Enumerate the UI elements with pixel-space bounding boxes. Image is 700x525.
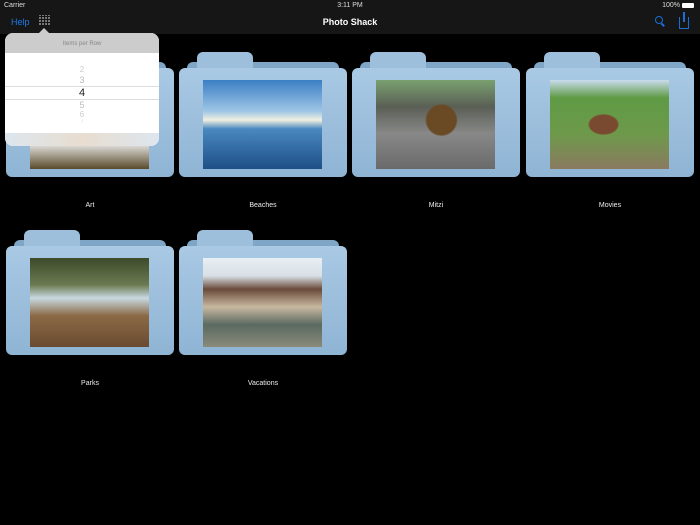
- popover-title: Items per Row: [5, 33, 159, 53]
- popover-footer: [5, 133, 159, 146]
- status-bar: Carrier 3:11 PM 100%: [0, 0, 700, 11]
- picker-option[interactable]: 6: [5, 110, 159, 119]
- folder-vacations[interactable]: [179, 230, 347, 355]
- folder-label[interactable]: Vacations: [179, 380, 347, 387]
- folder-label[interactable]: Beaches: [179, 202, 347, 209]
- folder-photo: [376, 80, 495, 169]
- folder-label[interactable]: Movies: [526, 202, 694, 209]
- folder-mitzi[interactable]: [352, 52, 520, 177]
- clock: 3:11 PM: [337, 2, 363, 9]
- picker-option-selected[interactable]: 4: [5, 86, 159, 100]
- folder-beaches[interactable]: [179, 52, 347, 177]
- folder-photo: [550, 80, 669, 169]
- picker-option[interactable]: 5: [5, 100, 159, 110]
- share-icon[interactable]: [679, 12, 689, 29]
- battery-status: 100%: [662, 2, 694, 9]
- picker-option[interactable]: 7: [5, 119, 159, 125]
- items-per-row-popover: Items per Row 2 3 4 5 6 7: [5, 33, 159, 146]
- nav-bar: Help Photo Shack: [0, 11, 700, 34]
- search-icon[interactable]: [655, 16, 663, 24]
- folder-label[interactable]: Parks: [6, 380, 174, 387]
- battery-icon: [682, 3, 694, 8]
- picker-option[interactable]: 2: [5, 65, 159, 74]
- battery-percent: 100%: [662, 2, 680, 9]
- picker-option[interactable]: 3: [5, 75, 159, 85]
- folder-photo: [203, 80, 322, 169]
- page-title: Photo Shack: [322, 17, 378, 27]
- folder-photo: [30, 258, 149, 347]
- items-per-row-picker[interactable]: 2 3 4 5 6 7: [5, 53, 159, 133]
- folder-photo: [203, 258, 322, 347]
- folder-movies[interactable]: [526, 52, 694, 177]
- folder-label[interactable]: Art: [6, 202, 174, 209]
- folder-label[interactable]: Mitzi: [352, 202, 520, 209]
- folder-parks[interactable]: [6, 230, 174, 355]
